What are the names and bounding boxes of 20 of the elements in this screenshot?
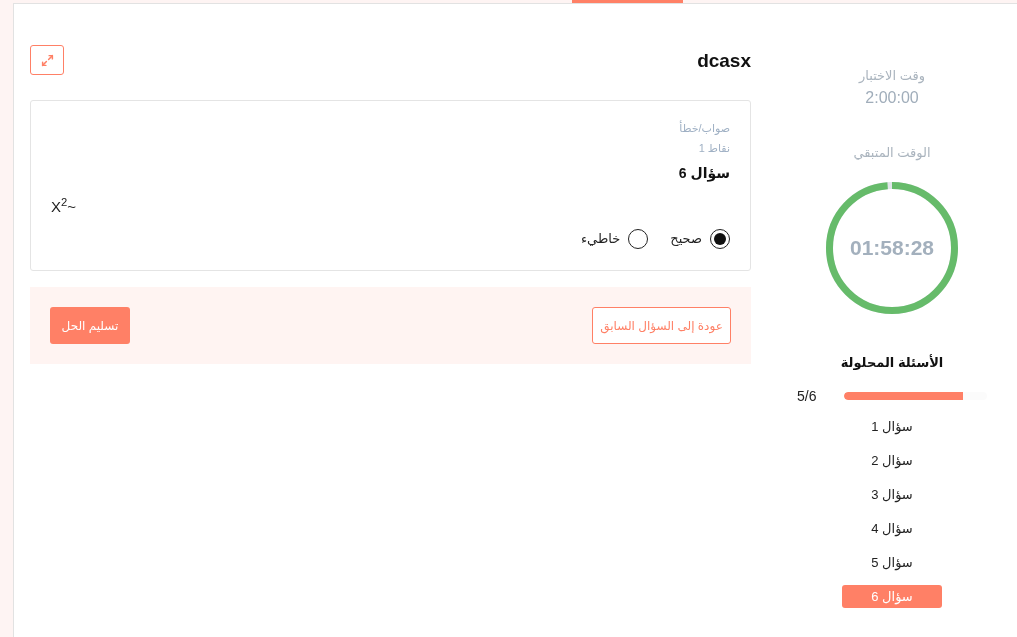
question-nav-item[interactable]: سؤال 5 [842,551,942,574]
radio-option[interactable]: خاطيء [580,229,649,249]
question-nav-item[interactable]: سؤال 3 [842,483,942,506]
remaining-time-label: الوقت المتبقي [853,144,931,162]
remaining-time-value: 01:58:28 [849,235,935,262]
expand-icon [40,53,54,67]
question-type: صواب/خطأ [679,121,730,135]
test-time-label: وقت الاختبار [859,67,925,85]
expand-button[interactable] [30,45,64,75]
question-title: سؤال 6 [678,165,730,181]
question-points: نقاط 1 [698,141,730,155]
solved-questions-title: الأسئلة المحلولة [840,354,944,372]
radio-option[interactable]: صحيح [670,229,730,249]
question-nav-item[interactable]: سؤال 2 [842,449,942,472]
question-nav-item[interactable]: سؤال 4 [842,517,942,540]
question-nav-item[interactable]: سؤال 1 [842,415,942,438]
solved-count: 5/6 [797,389,817,403]
test-time-value: 2:00:00 [865,88,919,108]
question-text: X$^{2}$~ [51,198,77,216]
quiz-title: dcasx [697,50,751,70]
